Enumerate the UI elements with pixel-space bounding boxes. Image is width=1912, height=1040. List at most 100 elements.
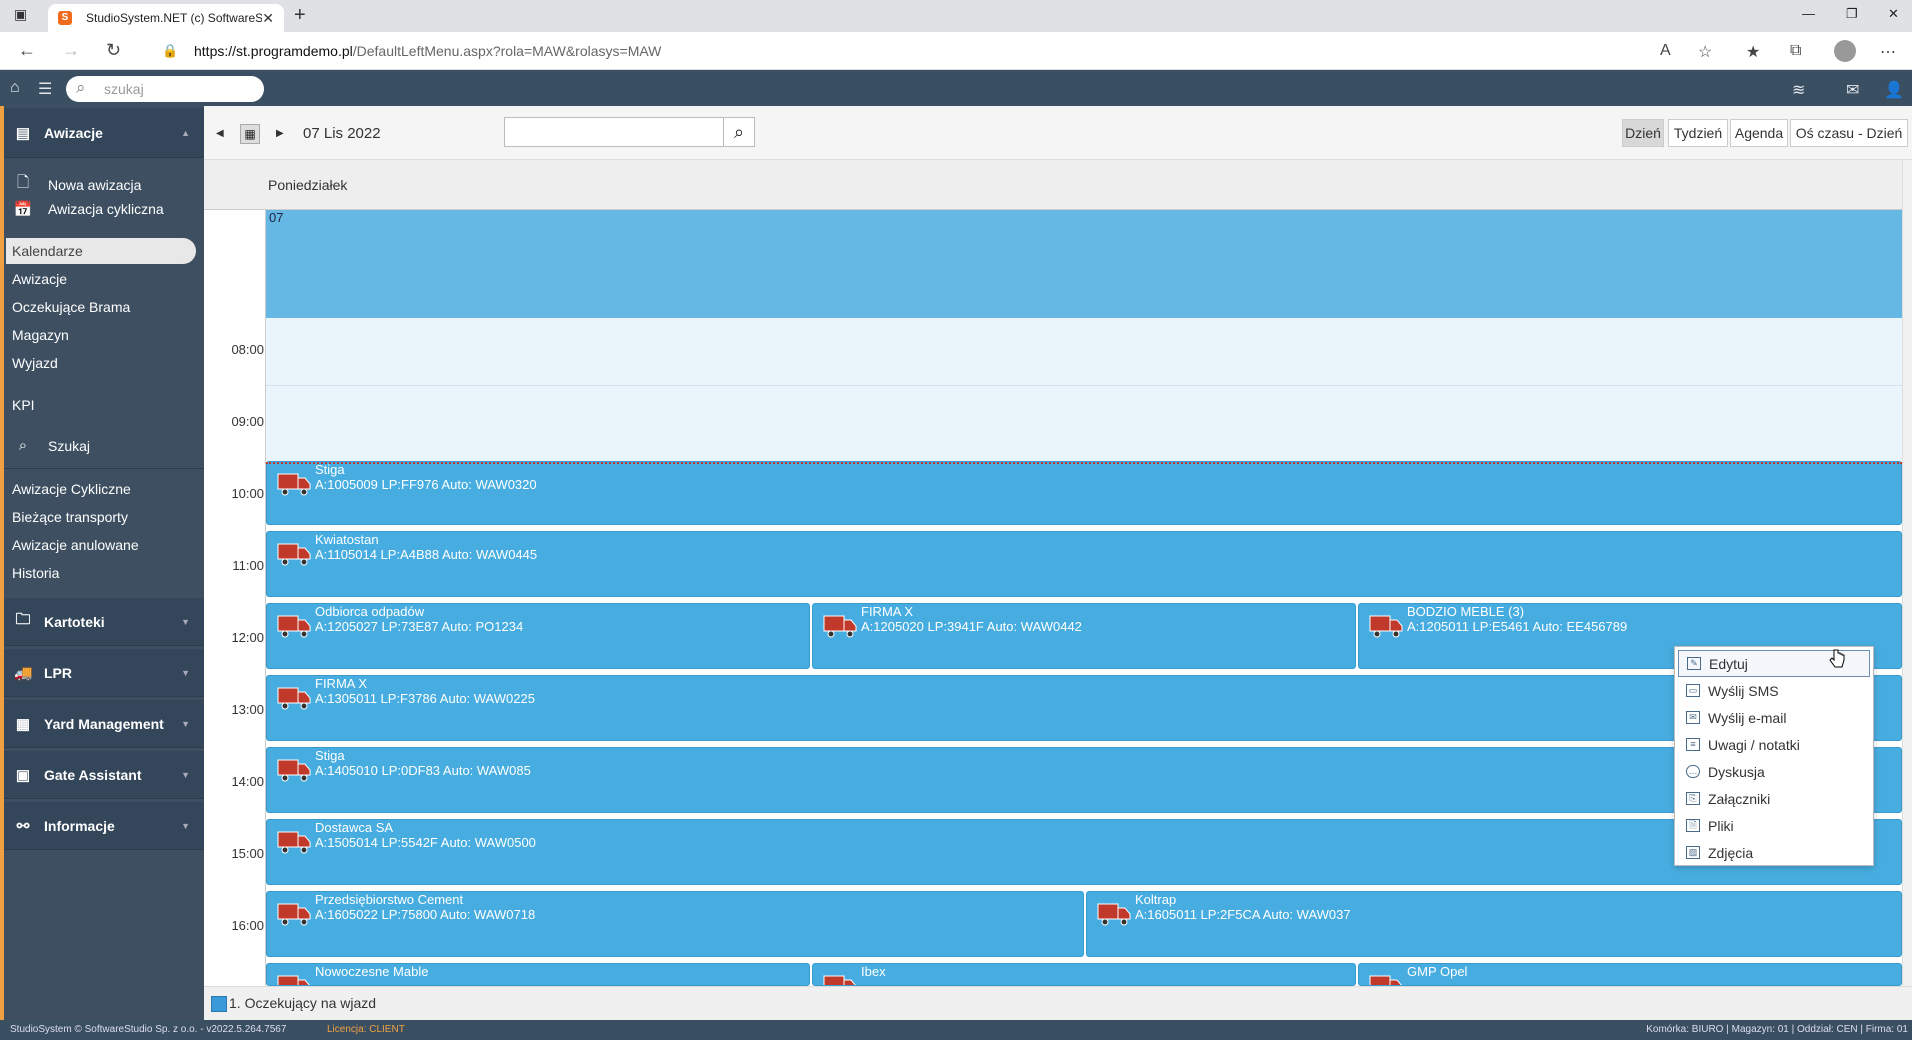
sidebar-item-szukaj[interactable]: ⌕ Szukaj <box>12 437 90 454</box>
sidebar-item-oczekujace-brama[interactable]: Oczekujące Brama <box>12 299 130 315</box>
event-block[interactable]: Odbiorca odpadów A:1205027 LP:73E87 Auto:… <box>266 603 810 669</box>
menu-item-wyslij-sms[interactable]: ▭ Wyślij SMS <box>1678 677 1870 704</box>
next-day-icon[interactable]: ▶ <box>276 128 284 139</box>
view-timeline-button[interactable]: Oś czasu - Dzień <box>1790 119 1908 147</box>
event-name: Przedsiębiorstwo Cement <box>315 892 464 907</box>
event-block[interactable]: Koltrap A:1605011 LP:2F5CA Auto: WAW037 <box>1086 891 1902 957</box>
photo-icon: ▨ <box>1686 846 1700 859</box>
minimize-icon[interactable]: — <box>1802 6 1815 21</box>
new-document-icon: 🗋 <box>16 174 30 191</box>
menu-toggle-icon[interactable]: ☰ <box>38 79 52 99</box>
event-detail: A:1205011 LP:E5461 Auto: EE456789 <box>1407 619 1628 634</box>
legend-swatch <box>211 996 227 1012</box>
hour-line <box>266 385 1902 386</box>
global-search-input[interactable]: ⌕ szukaj <box>66 76 264 102</box>
sidebar-item-historia[interactable]: Historia <box>12 565 59 581</box>
sidebar-section-kartoteki[interactable]: 🗀 Kartoteki ▼ <box>4 598 204 646</box>
prev-day-icon[interactable]: ◀ <box>216 128 224 139</box>
hour-label: 14:00 <box>231 774 264 789</box>
event-name: Ibex <box>861 964 886 979</box>
close-tab-icon[interactable]: ✕ <box>262 10 274 27</box>
hour-label: 09:00 <box>231 414 264 429</box>
menu-item-dyskusja[interactable]: … Dyskusja <box>1678 758 1870 785</box>
event-block[interactable]: Ibex <box>812 963 1356 986</box>
menu-item-pliki[interactable]: 🗎 Pliki <box>1678 812 1870 839</box>
event-block[interactable]: GMP Opel <box>1358 963 1902 986</box>
search-icon: ⌕ <box>76 78 86 97</box>
event-block[interactable]: Przedsiębiorstwo Cement A:1605022 LP:7580… <box>266 891 1084 957</box>
sidebar-item-awizacja-cykliczna[interactable]: 📅 Awizacja cykliczna <box>12 200 164 218</box>
chevron-down-icon: ▼ <box>181 616 190 627</box>
sidebar-item-awizacje-anulowane[interactable]: Awizacje anulowane <box>12 537 139 553</box>
hour-label: 16:00 <box>231 918 264 933</box>
sidebar-section-informacje[interactable]: ⚯ Informacje ▼ <box>4 802 204 850</box>
refresh-icon[interactable]: ↻ <box>106 40 121 61</box>
url-field[interactable]: 🔒 https://st.programdemo.pl/DefaultLeftM… <box>144 37 1714 65</box>
sidebar-section-awizacje[interactable]: ▤ Awizacje ▲ <box>4 108 204 158</box>
event-block[interactable]: Nowoczesne Mable <box>266 963 810 986</box>
sidebar-divider <box>4 468 204 469</box>
document-icon: ▤ <box>15 124 31 142</box>
sidebar-section-lpr[interactable]: 🚚 LPR ▼ <box>4 649 204 697</box>
favorites-icon[interactable]: ★ <box>1746 42 1760 62</box>
tasks-icon[interactable]: ≋ <box>1792 80 1805 100</box>
sidebar-section-gate-assistant[interactable]: ▣ Gate Assistant ▼ <box>4 751 204 799</box>
all-day-slot[interactable] <box>266 210 1902 318</box>
event-name: Kwiatostan <box>315 532 379 547</box>
event-name: Nowoczesne Mable <box>315 964 429 979</box>
sidebar-item-magazyn[interactable]: Magazyn <box>12 327 69 343</box>
search-placeholder: szukaj <box>104 81 144 97</box>
view-day-button[interactable]: Dzień <box>1622 119 1664 147</box>
free-slots-area[interactable] <box>266 318 1902 461</box>
sidebar-item-kpi[interactable]: KPI <box>12 397 35 413</box>
app-header <box>0 70 1912 106</box>
event-block[interactable]: Kwiatostan A:1105014 LP:A4B88 Auto: WAW04… <box>266 531 1902 597</box>
close-window-icon[interactable]: ✕ <box>1888 6 1899 22</box>
lock-icon[interactable]: 🔒 <box>162 43 178 59</box>
grid-scrollbar[interactable] <box>1902 160 1912 986</box>
event-block[interactable]: Stiga A:1005009 LP:FF976 Auto: WAW0320 <box>266 461 1902 525</box>
more-icon[interactable]: ⋯ <box>1880 42 1896 62</box>
back-icon[interactable]: ← <box>18 40 36 61</box>
new-tab-icon[interactable]: + <box>294 4 306 27</box>
sidebar-item-kalendarze[interactable]: Kalendarze <box>6 238 196 264</box>
event-block[interactable]: FIRMA X A:1305011 LP:F3786 Auto: WAW0225 <box>266 675 1902 741</box>
profile-icon[interactable] <box>1834 40 1856 62</box>
browser-tab-bar <box>0 0 1912 32</box>
view-week-button[interactable]: Tydzień <box>1668 119 1728 147</box>
read-aloud-icon[interactable]: A <box>1660 42 1671 60</box>
event-block[interactable]: Dostawca SA A:1505014 LP:5542F Auto: WAW0… <box>266 819 1902 885</box>
menu-item-zalaczniki[interactable]: ⎘ Załączniki <box>1678 785 1870 812</box>
calendar-search-input[interactable] <box>504 117 724 147</box>
calendar-picker-icon[interactable]: ▦ <box>240 124 260 144</box>
forward-icon[interactable]: → <box>62 40 80 61</box>
sidebar-section-yard-management[interactable]: ▦ Yard Management ▼ <box>4 700 204 748</box>
event-block[interactable]: Stiga A:1405010 LP:0DF83 Auto: WAW085 <box>266 747 1902 813</box>
sidebar-item-nowa-awizacja[interactable]: 🗋 Nowa awizacja <box>12 172 141 197</box>
event-detail: A:1305011 LP:F3786 Auto: WAW0225 <box>315 691 535 706</box>
event-detail: A:1505014 LP:5542F Auto: WAW0500 <box>315 835 536 850</box>
sidebar-item-awizacje[interactable]: Awizacje <box>12 271 67 287</box>
event-detail: A:1205020 LP:3941F Auto: WAW0442 <box>861 619 1082 634</box>
notes-icon: ≡ <box>1686 738 1700 751</box>
home-icon[interactable]: ⌂ <box>10 79 20 97</box>
tab-actions-icon[interactable]: ▣ <box>14 6 27 23</box>
sidebar-item-biezace-transporty[interactable]: Bieżące transporty <box>12 509 128 525</box>
collections-icon[interactable]: ⧉ <box>1790 42 1801 60</box>
sidebar-item-wyjazd[interactable]: Wyjazd <box>12 355 58 371</box>
favorite-add-icon[interactable]: ☆ <box>1698 42 1712 62</box>
menu-item-uwagi-notatki[interactable]: ≡ Uwagi / notatki <box>1678 731 1870 758</box>
calendar-search-button[interactable]: ⌕ <box>723 117 755 147</box>
restore-icon[interactable]: ❐ <box>1846 6 1858 22</box>
browser-tab[interactable]: S StudioSystem.NET (c) SoftwareSt ✕ <box>48 4 284 32</box>
mail-icon[interactable]: ✉ <box>1846 80 1859 100</box>
view-agenda-button[interactable]: Agenda <box>1730 119 1788 147</box>
section-label: LPR <box>44 664 72 681</box>
event-block[interactable]: FIRMA X A:1205020 LP:3941F Auto: WAW0442 <box>812 603 1356 669</box>
menu-item-wyslij-email[interactable]: ✉ Wyślij e-mail <box>1678 704 1870 731</box>
user-icon[interactable]: 👤 <box>1884 80 1904 100</box>
sidebar-item-awizacje-cykliczne[interactable]: Awizacje Cykliczne <box>12 481 131 497</box>
menu-item-zdjecia[interactable]: ▨ Zdjęcia <box>1678 839 1870 866</box>
truck-icon <box>1369 615 1403 638</box>
discussion-icon: … <box>1686 765 1700 778</box>
